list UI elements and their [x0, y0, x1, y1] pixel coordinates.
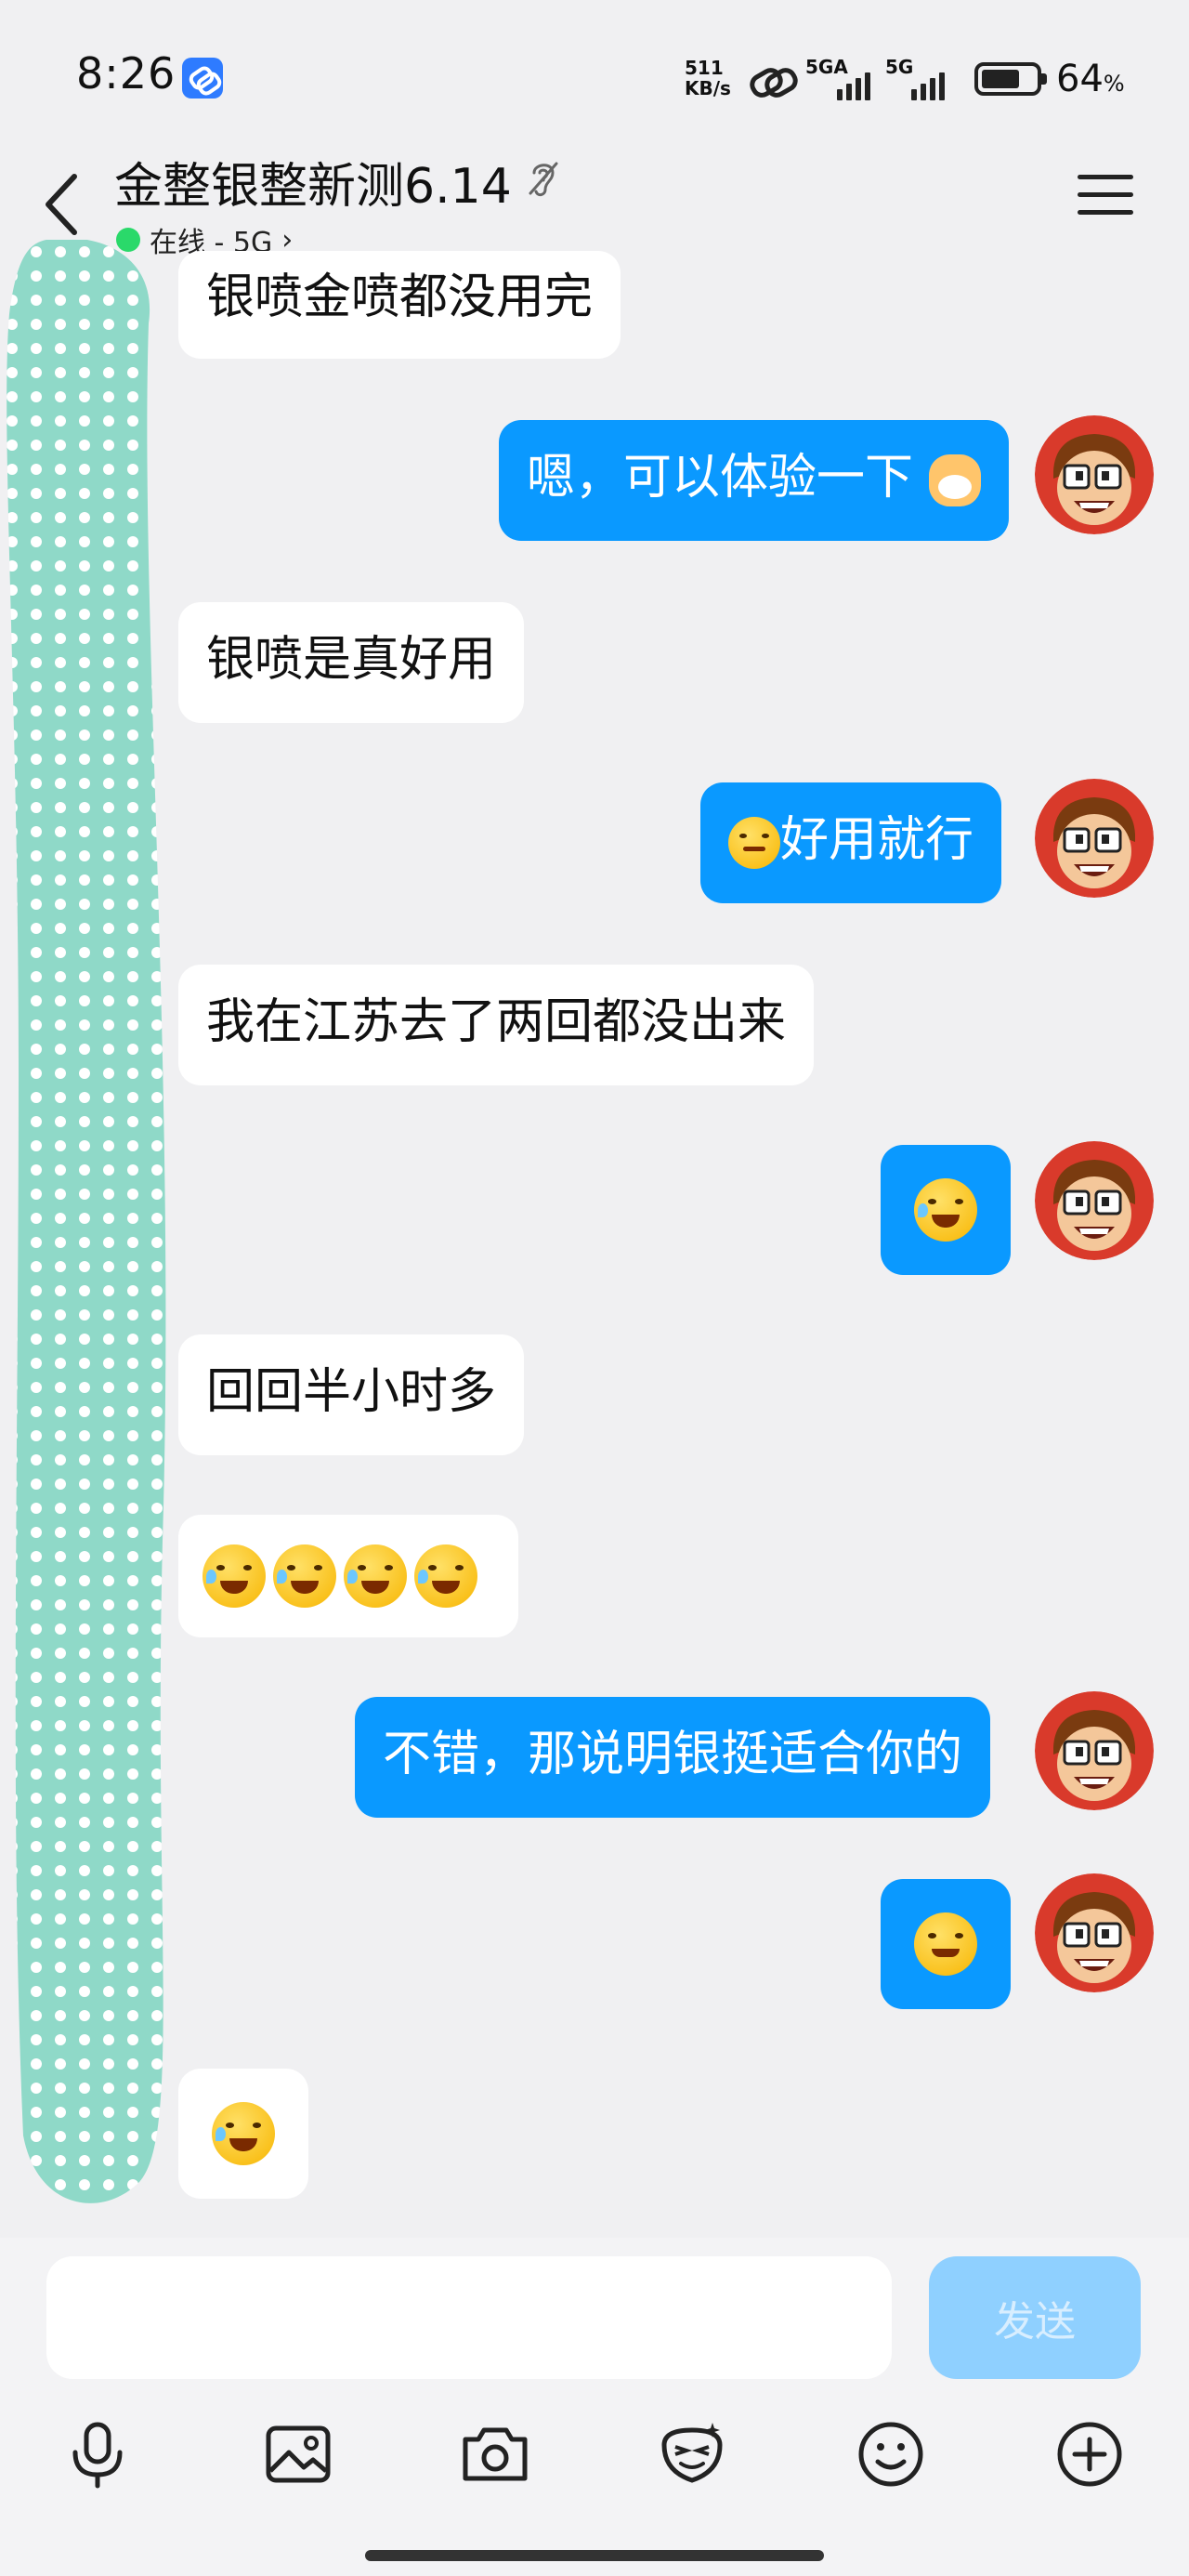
message-text: 好用就行 [780, 812, 974, 868]
avatar[interactable] [1035, 779, 1154, 898]
message-text: 不错，那说明银挺适合你的 [383, 1727, 963, 1782]
facepalm-laugh-emoji-icon [273, 1544, 336, 1608]
clock: 8:26 [76, 48, 176, 99]
giggle-emoji-icon [914, 1912, 977, 1976]
back-arrow-icon [46, 174, 77, 235]
signal-sim2-icon: 5G [885, 56, 950, 100]
menu-button[interactable] [1078, 175, 1133, 221]
redaction-mask [7, 240, 166, 2203]
message-bubble-incoming[interactable]: 银喷是真好用 [178, 602, 525, 723]
avatar[interactable] [1035, 1141, 1154, 1260]
more-button[interactable] [1048, 2412, 1131, 2496]
battery-icon [974, 62, 1047, 96]
chat-header: 金整银整新测6.14 在线 - 5G › [0, 139, 1189, 269]
message-bubble-outgoing[interactable] [881, 1145, 1011, 1275]
sim2-label: 5G [885, 56, 914, 78]
message-bubble-incoming[interactable]: 回回半小时多 [178, 1334, 525, 1455]
hotspot-icon [748, 65, 796, 93]
message-bubble-incoming[interactable] [178, 2069, 308, 2199]
avatar-cartoon-icon [1035, 1141, 1154, 1260]
sim1-label: 5GA [805, 56, 848, 78]
message-text: 银喷金喷都没用完 [206, 269, 594, 325]
link-icon [182, 58, 223, 99]
facepalm-laugh-emoji-icon [212, 2102, 275, 2165]
network-speed-unit: KB/s [685, 77, 731, 99]
emoji-button[interactable] [849, 2412, 933, 2496]
avatar-cartoon-icon [1035, 779, 1154, 898]
message-bubble-incoming[interactable]: 我在江苏去了两回都没出来 [178, 965, 815, 1085]
message-bubble-outgoing[interactable]: 不错，那说明银挺适合你的 [355, 1697, 991, 1818]
composer: 发送 [0, 2238, 1189, 2576]
facepalm-laugh-emoji-icon [203, 1544, 266, 1608]
message-bubble-outgoing[interactable] [881, 1879, 1011, 2009]
facepalm-laugh-emoji-icon [414, 1544, 477, 1608]
message-bubble-incoming[interactable] [178, 1515, 518, 1637]
photo-button[interactable] [256, 2412, 340, 2496]
ear-icon [529, 162, 558, 197]
chat-title[interactable]: 金整银整新测6.14 [114, 147, 512, 217]
camera-button[interactable] [453, 2412, 537, 2496]
message-text: 我在江苏去了两回都没出来 [206, 994, 787, 1050]
message-bubble-incoming[interactable]: 银喷金喷都没用完 [178, 251, 621, 359]
avatar[interactable] [1035, 415, 1154, 534]
avatar-cartoon-icon [1035, 1691, 1154, 1810]
smirk-emoji-icon [728, 817, 780, 869]
status-bar: 8:26 511 KB/s 5GA 5G 64% [0, 0, 1189, 139]
avatar[interactable] [1035, 1873, 1154, 1992]
battery-percent: 64% [1056, 58, 1125, 100]
message-text: 回回半小时多 [206, 1364, 497, 1420]
camera-icon [463, 2427, 528, 2481]
microphone-icon [72, 2422, 123, 2489]
voice-button[interactable] [56, 2412, 139, 2496]
laughing-crying-emoji-icon [914, 1178, 977, 1242]
signal-sim1-icon: 5GA [805, 56, 876, 100]
facepalm-laugh-emoji-icon [344, 1544, 407, 1608]
avatar[interactable] [1035, 1691, 1154, 1810]
message-input[interactable] [46, 2256, 892, 2379]
chat-screen: 8:26 511 KB/s 5GA 5G 64% 金整银整新测6.14 在线 -… [0, 0, 1189, 2576]
send-button[interactable]: 发送 [929, 2256, 1141, 2379]
back-button[interactable] [37, 167, 93, 242]
message-text: 嗯，可以体验一下 [527, 450, 914, 506]
home-indicator[interactable] [365, 2550, 824, 2561]
message-text: 银喷是真好用 [206, 632, 497, 688]
status-icons: 5GA 5G 64% [748, 56, 1125, 102]
sticker-icon [661, 2423, 723, 2483]
composer-toolbar [0, 2412, 1189, 2505]
message-bubble-outgoing[interactable]: 好用就行 [700, 782, 1002, 903]
network-speed: 511 KB/s [685, 58, 731, 99]
plus-icon [1057, 2422, 1122, 2487]
message-bubble-outgoing[interactable]: 嗯，可以体验一下 [499, 420, 1009, 541]
dog-emoji-icon [928, 454, 981, 506]
avatar-cartoon-icon [1035, 1873, 1154, 1992]
sticker-button[interactable] [650, 2412, 734, 2496]
avatar-cartoon-icon [1035, 415, 1154, 534]
emoji-icon [858, 2422, 923, 2487]
image-icon [266, 2425, 331, 2483]
network-speed-value: 511 [685, 57, 724, 79]
